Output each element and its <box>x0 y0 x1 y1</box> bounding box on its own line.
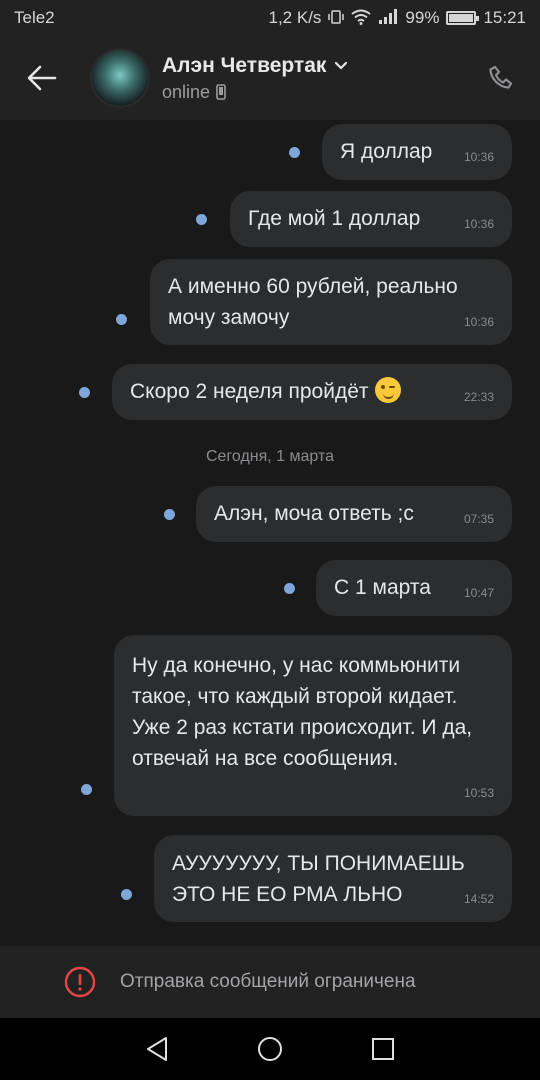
winking-face-emoji <box>374 377 401 403</box>
phone-call-icon <box>489 65 513 89</box>
call-button[interactable] <box>472 48 532 108</box>
message-time: 10:53 <box>463 786 494 800</box>
message-time: 10:36 <box>463 217 494 231</box>
message-text: А именно 60 рублей, реально мочу замочу <box>168 275 458 329</box>
nav-home-button[interactable] <box>250 1029 290 1069</box>
message-text: Ну да конечно, у нас коммьюнити такое, ч… <box>132 654 473 770</box>
status-bar: Tele2 1,2 K/s 99% 15:21 <box>0 0 540 36</box>
message-bubble[interactable]: А именно 60 рублей, реально мочу замочу … <box>150 259 512 345</box>
message-time: 07:35 <box>463 512 494 526</box>
message-bubble[interactable]: Я доллар 10:36 <box>322 124 512 180</box>
chat-header: Алэн Четвертак online <box>0 36 540 120</box>
battery-icon <box>446 11 480 25</box>
unread-indicator <box>81 784 92 795</box>
message-time: 22:33 <box>463 390 494 404</box>
vibrate-icon <box>328 9 345 28</box>
unread-indicator <box>196 214 207 225</box>
message-bubble[interactable]: Где мой 1 доллар 10:36 <box>230 191 512 247</box>
message-bubble[interactable]: Ну да конечно, у нас коммьюнити такое, ч… <box>114 635 512 816</box>
message-bubble[interactable]: АУУУУУУУ, ТЫ ПОНИМАЕШЬ ЭТО НЕ ЕО РМА ЛЬН… <box>154 835 512 922</box>
message-bubble[interactable]: Алэн, моча ответь ;с 07:35 <box>196 486 512 542</box>
message-text: АУУУУУУУ, ТЫ ПОНИМАЕШЬ ЭТО НЕ ЕО РМА ЛЬН… <box>172 852 465 906</box>
nav-home-icon <box>257 1037 282 1061</box>
unread-indicator <box>79 387 90 398</box>
restricted-message: Отправка сообщений ограничена <box>120 971 416 992</box>
nav-back-button[interactable] <box>137 1029 177 1069</box>
contact-name: Алэн Четвертак <box>162 53 327 77</box>
alert-circle-icon <box>64 966 96 998</box>
clock: 15:21 <box>483 8 526 27</box>
unread-indicator <box>121 889 132 900</box>
message-time: 10:47 <box>463 586 494 600</box>
signal-icon <box>378 8 398 28</box>
message-time: 14:52 <box>463 892 494 906</box>
unread-indicator <box>164 509 175 520</box>
arrow-left-icon <box>27 65 57 91</box>
back-button[interactable] <box>0 36 84 120</box>
avatar[interactable] <box>90 48 150 108</box>
messaging-restricted-bar: Отправка сообщений ограничена <box>0 946 540 1018</box>
battery-percent: 99% <box>405 8 440 27</box>
contact-info[interactable]: Алэн Четвертак online <box>162 54 472 103</box>
message-list[interactable]: Я доллар 10:36 Где мой 1 доллар 10:36 А … <box>0 120 540 946</box>
carrier-label: Tele2 <box>14 8 55 27</box>
nav-back-icon <box>146 1037 167 1061</box>
message-time: 10:36 <box>463 150 494 164</box>
wifi-icon <box>351 9 372 28</box>
message-text: Скоро 2 неделя пройдёт <box>130 380 369 403</box>
contact-status: online <box>162 81 211 102</box>
unread-indicator <box>116 314 127 325</box>
network-speed: 1,2 K/s <box>268 8 322 27</box>
message-bubble[interactable]: С 1 марта 10:47 <box>316 560 512 616</box>
unread-indicator <box>289 147 300 158</box>
message-time: 10:36 <box>463 315 494 329</box>
battery-level <box>449 14 474 22</box>
date-separator: Сегодня, 1 марта <box>205 448 335 465</box>
chevron-down-icon <box>335 61 348 70</box>
status-indicators: 1,2 K/s 99% 15:21 <box>269 8 527 28</box>
message-bubble[interactable]: Скоро 2 неделя пройдёт 22:33 <box>112 364 512 420</box>
phone-device-icon <box>216 84 226 100</box>
nav-recents-icon <box>372 1038 395 1060</box>
nav-recents-button[interactable] <box>363 1029 403 1069</box>
unread-indicator <box>284 583 295 594</box>
system-navigation-bar <box>0 1018 540 1080</box>
